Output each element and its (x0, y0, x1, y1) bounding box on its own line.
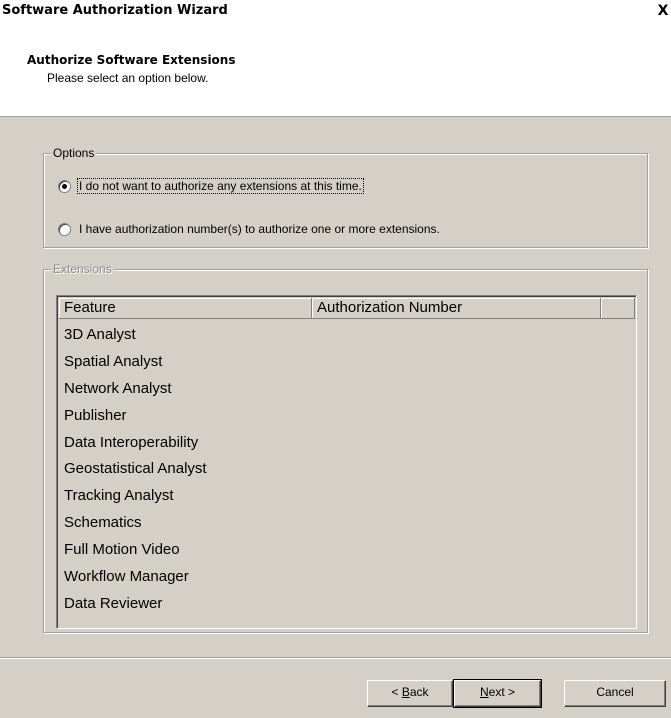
extensions-list[interactable]: Feature Authorization Number 3D Analyst … (56, 295, 637, 629)
cancel-button[interactable]: Cancel (564, 680, 666, 707)
back-button[interactable]: < Back (367, 680, 453, 707)
next-button[interactable]: Next > (453, 679, 542, 708)
title-bar: Software Authorization Wizard X (0, 0, 671, 25)
back-button-mnemonic: B (401, 685, 410, 699)
extensions-legend: Extensions (51, 262, 114, 276)
list-item[interactable]: Workflow Manager (59, 563, 636, 590)
radio-no-authorize[interactable]: I do not want to authorize any extension… (58, 177, 364, 195)
radio-button-have-authorization[interactable] (58, 222, 71, 236)
list-item[interactable]: Schematics (59, 509, 636, 536)
wizard-header: Authorize Software Extensions Please sel… (0, 24, 671, 117)
list-item[interactable]: 3D Analyst (59, 321, 636, 348)
back-button-label: ack (409, 685, 429, 699)
radio-no-authorize-label[interactable]: I do not want to authorize any extension… (77, 178, 364, 194)
radio-button-no-authorize[interactable] (58, 179, 71, 193)
page-title: Authorize Software Extensions (27, 53, 236, 67)
list-item[interactable]: Data Reviewer (59, 590, 636, 617)
options-legend: Options (51, 146, 97, 160)
back-button-prefix: < (391, 685, 402, 699)
column-header-filler (601, 298, 635, 319)
next-button-label: ext > (488, 685, 516, 699)
list-item[interactable]: Publisher (59, 402, 636, 429)
radio-have-authorization-label[interactable]: I have authorization number(s) to author… (78, 222, 441, 236)
list-item[interactable]: Network Analyst (59, 375, 636, 402)
list-item[interactable]: Tracking Analyst (59, 482, 636, 509)
list-item[interactable]: Data Interoperability (59, 429, 636, 456)
close-button[interactable]: X (655, 3, 671, 20)
options-group: Options I do not want to authorize any e… (43, 146, 648, 248)
next-button-mnemonic: N (479, 685, 489, 699)
page-subtitle: Please select an option below. (47, 71, 209, 85)
column-header-authorization-number[interactable]: Authorization Number (312, 298, 601, 319)
list-item[interactable]: Spatial Analyst (59, 348, 636, 375)
extensions-group: Extensions Feature Authorization Number … (43, 262, 648, 633)
column-header-feature[interactable]: Feature (59, 298, 312, 319)
list-item[interactable]: Geostatistical Analyst (59, 455, 636, 482)
radio-have-authorization[interactable]: I have authorization number(s) to author… (58, 220, 441, 238)
list-rows: 3D Analyst Spatial Analyst Network Analy… (59, 321, 636, 617)
footer-separator (0, 657, 671, 659)
list-item[interactable]: Full Motion Video (59, 536, 636, 563)
list-header: Feature Authorization Number (59, 298, 636, 319)
window-title: Software Authorization Wizard (2, 3, 228, 18)
